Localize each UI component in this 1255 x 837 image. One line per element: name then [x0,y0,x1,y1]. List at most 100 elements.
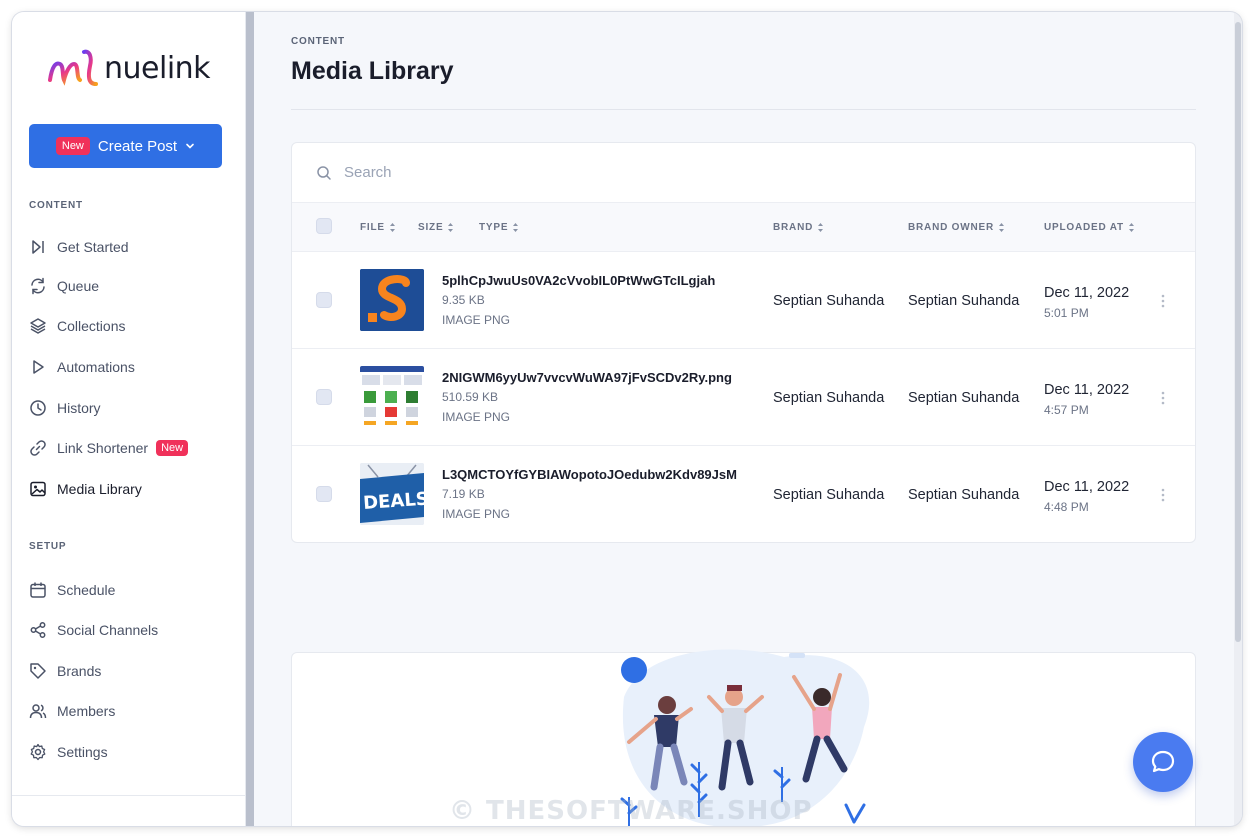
table-row[interactable]: 2NIGWM6yyUw7vvcvWuWA97jFvSCDv2Ry.png 510… [292,349,1195,446]
sidebar-item-label: Link Shortener [57,440,149,456]
app-window: nuelink New Create Post CONTENT Get Star… [12,12,1242,826]
file-name[interactable]: L3QMCTOYfGYBIAWopotoJOedubw2Kdv89JsM [442,467,737,482]
sidebar-item-label: Queue [57,278,100,294]
more-vertical-icon[interactable] [1158,292,1168,310]
more-vertical-icon[interactable] [1158,486,1168,504]
column-header-label: UPLOADED AT [1044,222,1124,233]
sidebar-item-label: History [57,400,101,416]
sidebar-item-label: Get Started [57,239,129,255]
brand-logo[interactable]: nuelink [46,44,211,92]
file-thumbnail[interactable]: DEALS [360,463,424,525]
image-icon [30,481,46,497]
webpage-screenshot-icon [360,366,424,428]
table-row[interactable]: DEALS L3QMCTOYfGYBIAWopotoJOedubw2Kdv89J… [292,446,1195,543]
column-header-size[interactable]: SIZE [418,222,454,233]
sidebar-item-get-started[interactable]: Get Started [29,232,229,262]
sidebar-item-brands[interactable]: Brands [29,656,229,686]
sidebar: nuelink New Create Post CONTENT Get Star… [12,12,246,826]
sidebar-scrollbar[interactable] [246,12,254,826]
table-header: FILE SIZE TYPE BRAND BRAND OWNER UPLOADE… [292,203,1195,252]
sidebar-item-label: Brands [57,663,102,679]
file-type: IMAGE PNG [442,313,511,327]
row-checkbox[interactable] [316,486,332,502]
select-all-checkbox[interactable] [316,218,332,234]
brand-name: nuelink [104,50,211,86]
column-header-file[interactable]: FILE [360,222,396,233]
create-post-button[interactable]: New Create Post [29,124,222,168]
main-content: CONTENT Media Library FILE SIZE TYPE BRA… [254,12,1242,826]
brand-owner-cell: Septian Suhanda [908,390,1020,406]
section-label-content: CONTENT [29,200,83,211]
main-scrollbar[interactable] [1234,12,1242,826]
page-title: Media Library [291,57,454,85]
create-post-label: Create Post [97,137,178,155]
calendar-icon [30,582,46,598]
column-header-label: BRAND OWNER [908,222,995,233]
new-badge: New [55,137,90,155]
brand-owner-cell: Septian Suhanda [908,487,1020,503]
breadcrumb: CONTENT [291,36,345,47]
sidebar-item-link-shortener[interactable]: Link Shortener New [29,433,229,463]
deals-text: DEALS [363,488,424,514]
sidebar-item-settings[interactable]: Settings [29,737,229,767]
file-name[interactable]: 5plhCpJwuUs0VA2cVvobIL0PtWwGTcILgjah [442,273,715,288]
sidebar-item-members[interactable]: Members [29,696,229,726]
upload-time: 5:01 PM [1044,306,1089,320]
sidebar-footer-divider [12,795,246,796]
sidebar-item-social-channels[interactable]: Social Channels [29,615,229,645]
more-vertical-icon[interactable] [1158,389,1168,407]
search-input[interactable] [344,164,744,181]
upload-time: 4:48 PM [1044,500,1089,514]
sidebar-item-queue[interactable]: Queue [29,271,229,301]
sidebar-item-history[interactable]: History [29,393,229,423]
sidebar-item-label: Social Channels [57,622,159,638]
scrollbar-thumb[interactable] [1235,22,1241,642]
column-header-type[interactable]: TYPE [479,222,519,233]
column-header-label: TYPE [479,222,509,233]
file-size: 9.35 KB [442,293,485,307]
upload-date: Dec 11, 2022 [1044,285,1130,301]
refresh-icon [31,277,45,295]
file-type: IMAGE PNG [442,507,511,521]
section-label-setup: SETUP [29,541,67,552]
sidebar-item-media-library[interactable]: Media Library [29,474,229,504]
users-icon [29,704,47,719]
upload-date: Dec 11, 2022 [1044,479,1130,495]
chat-bubble-icon [1151,750,1175,773]
chat-support-button[interactable] [1133,732,1193,792]
sidebar-item-automations[interactable]: Automations [29,352,229,382]
upload-date: Dec 11, 2022 [1044,382,1130,398]
gear-icon [30,743,46,761]
sidebar-item-label: Media Library [57,481,142,497]
brand-cell: Septian Suhanda [773,487,885,503]
tag-icon [30,663,46,679]
sidebar-item-label: Schedule [57,582,116,598]
deals-sign-icon: DEALS [360,463,424,525]
file-name[interactable]: 2NIGWM6yyUw7vvcvWuWA97jFvSCDv2Ry.png [442,370,732,385]
new-badge: New [156,440,189,456]
link-icon [30,440,46,456]
sidebar-item-collections[interactable]: Collections [29,311,229,341]
sort-icon [999,223,1005,232]
upload-time: 4:57 PM [1044,403,1089,417]
column-header-brand-owner[interactable]: BRAND OWNER [908,222,1005,233]
row-checkbox[interactable] [316,389,332,405]
layers-icon [30,318,46,334]
file-thumbnail[interactable] [360,366,424,428]
clock-icon [30,400,46,416]
play-icon [33,360,44,374]
brand-owner-cell: Septian Suhanda [908,293,1020,309]
brand-cell: Septian Suhanda [773,390,885,406]
sidebar-item-label: Automations [57,359,135,375]
row-checkbox[interactable] [316,292,332,308]
search-icon [317,165,331,180]
table-row[interactable]: 5plhCpJwuUs0VA2cVvobIL0PtWwGTcILgjah 9.3… [292,252,1195,349]
column-header-label: BRAND [773,222,814,233]
sidebar-item-schedule[interactable]: Schedule [29,575,229,605]
column-header-uploaded-at[interactable]: UPLOADED AT [1044,222,1135,233]
nuelink-logo-icon [48,49,98,86]
file-thumbnail[interactable] [360,269,424,331]
sort-icon [513,223,519,232]
column-header-brand[interactable]: BRAND [773,222,824,233]
sort-icon [448,223,454,232]
